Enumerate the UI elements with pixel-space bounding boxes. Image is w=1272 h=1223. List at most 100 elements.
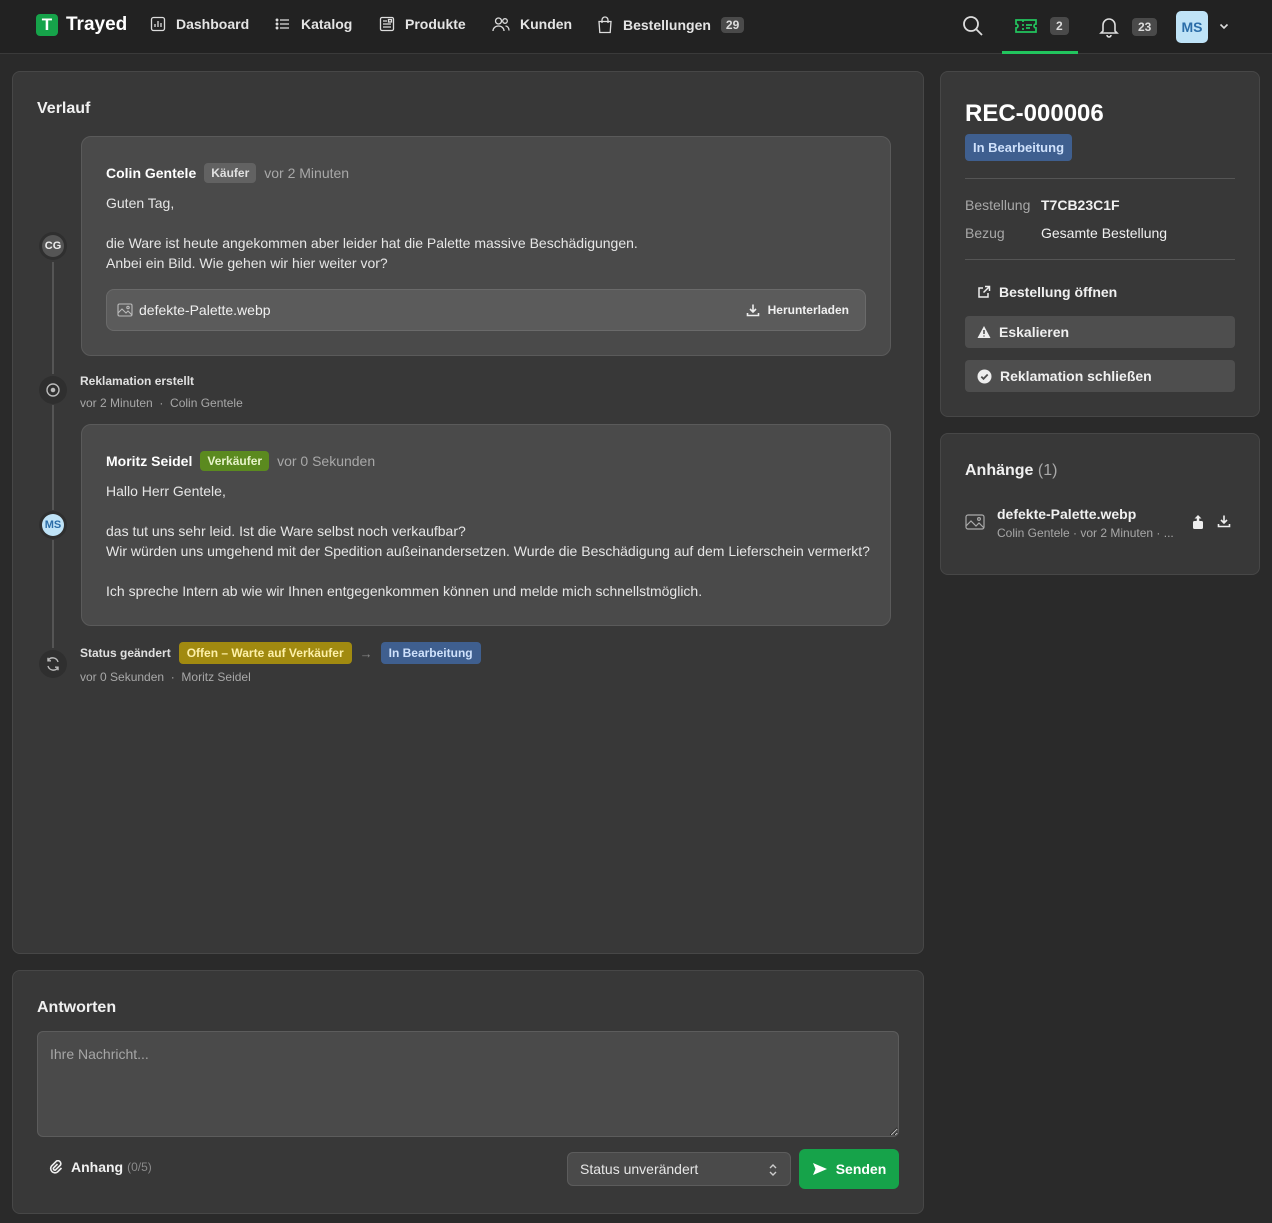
search-button[interactable] (962, 15, 984, 37)
attachment-download-button[interactable] (1217, 514, 1231, 528)
event-actor: Colin Gentele (170, 396, 243, 410)
event-title: Reklamation erstellt (80, 374, 195, 388)
attachments-panel: Anhänge (1) defekte-Palette.webp Colin G… (940, 433, 1260, 575)
event-title: Status geändert (80, 646, 171, 660)
message-body: Guten Tag, die Ware ist heute angekommen… (106, 195, 638, 271)
search-icon (963, 16, 983, 36)
divider (965, 178, 1235, 179)
attach-count: (0/5) (127, 1160, 152, 1174)
download-button[interactable]: Herunterladen (746, 303, 849, 317)
timeline-title: Verlauf (37, 100, 91, 117)
event-separator: · (159, 396, 164, 410)
order-number: T7CB23C1F (1041, 197, 1120, 213)
attach-button[interactable]: Anhang (0/5) (49, 1159, 152, 1175)
chevron-updown-icon (769, 1164, 777, 1176)
event-actor: Moritz Seidel (181, 670, 251, 684)
event-meta: vor 2 Minuten · Colin Gentele (80, 396, 243, 410)
message-attachment: defekte-Palette.webp Herunterladen (106, 289, 866, 331)
active-tab-indicator (1002, 51, 1078, 54)
author-avatar: CG (42, 235, 64, 257)
image-file-icon (965, 514, 985, 530)
nav-bestellungen-label: Bestellungen (623, 17, 711, 33)
chevron-down-icon (1219, 23, 1229, 30)
user-avatar[interactable]: MS (1176, 11, 1208, 43)
top-navbar: T Trayed Dashboard Katalog Produkte Kund… (0, 0, 1272, 54)
timeline-connector (52, 540, 54, 648)
close-complaint-button[interactable]: Reklamation schließen (965, 360, 1235, 392)
message-author: Moritz Seidel (106, 453, 193, 469)
app-logo[interactable]: T Trayed (36, 14, 127, 36)
orders-count-badge: 29 (720, 17, 745, 33)
message-header: Moritz Seidel Verkäufer vor 0 Sekunden (106, 451, 375, 471)
timeline-event: Status geändert Offen – Warte auf Verkäu… (80, 642, 481, 684)
timeline-node (39, 376, 67, 404)
share-button[interactable] (1191, 514, 1205, 530)
event-separator: · (170, 670, 175, 684)
record-circle-icon (46, 383, 60, 397)
arrow-right-icon: → (359, 645, 373, 661)
message-textarea[interactable] (37, 1031, 899, 1137)
message-header: Colin Gentele Käufer vor 2 Minuten (106, 163, 349, 183)
send-label: Senden (835, 1161, 887, 1177)
attachments-title: Anhänge (965, 462, 1034, 479)
message-body: Hallo Herr Gentele, das tut uns sehr lei… (106, 483, 870, 599)
message-time: vor 2 Minuten (264, 165, 350, 181)
product-icon (379, 16, 395, 32)
send-button[interactable]: Senden (799, 1149, 899, 1189)
timeline-connector (52, 405, 54, 510)
nav-dashboard[interactable]: Dashboard (150, 16, 249, 32)
logo-mark: T (36, 14, 58, 36)
nav-kunden-label: Kunden (520, 16, 573, 32)
timeline-node: MS (39, 511, 67, 539)
nav-produkte-label: Produkte (405, 16, 466, 32)
status-badge-to: In Bearbeitung (380, 642, 481, 664)
paperclip-icon (49, 1160, 63, 1174)
check-circle-icon (977, 369, 992, 383)
nav-bestellungen[interactable]: Bestellungen 29 (597, 16, 745, 34)
tickets-count-badge: 2 (1050, 17, 1069, 35)
nav-dashboard-label: Dashboard (176, 16, 250, 32)
open-order-button[interactable]: Bestellung öffnen (965, 276, 1235, 308)
complaint-id: REC-000006 (965, 100, 1104, 127)
shopping-bag-icon (598, 16, 612, 34)
status-select[interactable]: Status unverändert (567, 1152, 791, 1186)
tickets-button[interactable]: 2 (1014, 16, 1069, 36)
attachments-title-row: Anhänge (1) (965, 462, 1057, 480)
timeline-connector (52, 262, 54, 374)
list-icon (275, 18, 289, 30)
status-badge-from: Offen – Warte auf Verkäufer (178, 642, 352, 664)
attachment-file-name: defekte-Palette.webp (997, 506, 1137, 522)
open-order-label: Bestellung öffnen (999, 284, 1118, 300)
user-menu-toggle[interactable] (1218, 20, 1230, 32)
users-icon (492, 17, 510, 32)
share-icon (1193, 515, 1203, 529)
download-label: Herunterladen (767, 303, 849, 317)
nav-kunden[interactable]: Kunden (492, 16, 572, 32)
author-avatar: MS (42, 514, 64, 536)
nav-produkte[interactable]: Produkte (379, 16, 466, 32)
nav-katalog[interactable]: Katalog (275, 16, 352, 32)
attachment-file-name: defekte-Palette.webp (139, 302, 271, 318)
event-meta: vor 0 Sekunden · Moritz Seidel (80, 670, 481, 684)
close-complaint-label: Reklamation schließen (1000, 368, 1152, 384)
download-icon (746, 304, 759, 317)
timeline-event: Reklamation erstellt vor 2 Minuten · Col… (80, 374, 243, 410)
status-badge: In Bearbeitung (965, 134, 1073, 161)
order-label: Bestellung (965, 197, 1031, 213)
attachment-meta: Colin Gentele · vor 2 Minuten · ... (997, 526, 1174, 540)
nav-katalog-label: Katalog (301, 16, 353, 32)
external-link-icon (978, 285, 991, 298)
notifications-button[interactable]: 23 (1098, 16, 1158, 38)
message-card: Moritz Seidel Verkäufer vor 0 Sekunden H… (81, 424, 891, 626)
divider (965, 259, 1235, 260)
event-time: vor 2 Minuten (80, 396, 153, 410)
reply-title: Antworten (37, 999, 117, 1016)
message-author: Colin Gentele (106, 165, 197, 181)
details-panel: REC-000006 In Bearbeitung Bestellung T7C… (940, 71, 1260, 417)
image-file-icon (117, 303, 133, 317)
escalate-button[interactable]: Eskalieren (965, 316, 1235, 348)
escalate-label: Eskalieren (999, 324, 1070, 340)
app-name: Trayed (66, 14, 128, 35)
send-icon (812, 1163, 827, 1175)
ticket-icon (1015, 19, 1037, 33)
